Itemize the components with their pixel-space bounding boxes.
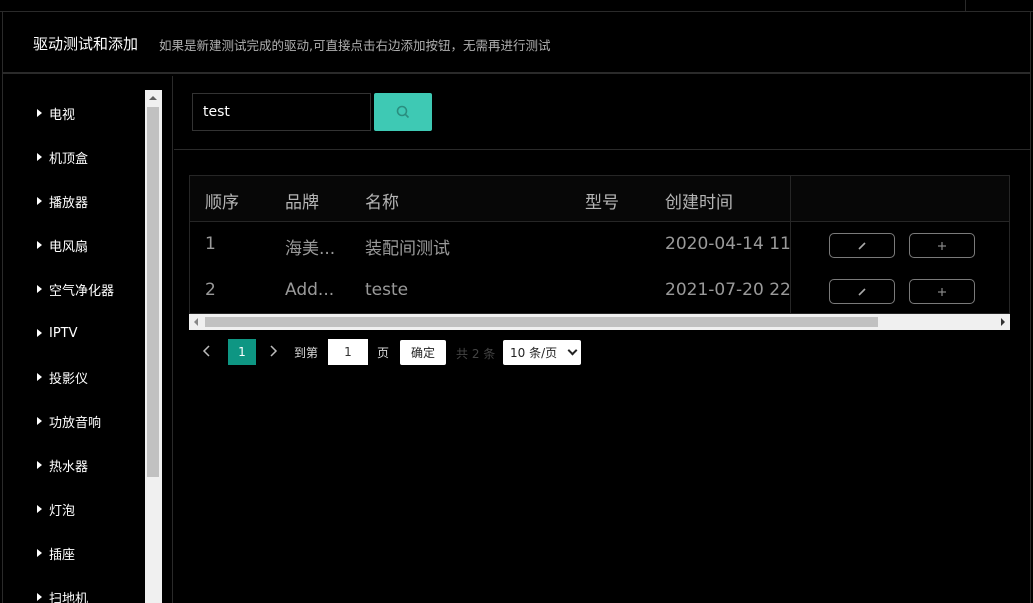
scrollbar-thumb[interactable] [205,317,878,327]
sidebar-item-label: 投影仪 [49,371,89,387]
page-subtitle: 如果是新建测试完成的驱动,可直接点击右边添加按钮，无需再进行测试 [159,38,551,53]
cell-created: 2020-04-14 11:0 [665,234,808,254]
caret-right-icon [37,373,42,381]
cell-name: 装配间测试 [365,239,450,259]
sidebar-item-player[interactable]: 播放器 [37,191,88,211]
cell-name: teste [365,280,409,300]
sidebar-item-label: 空气净化器 [49,283,115,299]
sidebar-item-water-heater[interactable]: 热水器 [37,455,88,475]
cell-order: 1 [205,234,216,254]
page-size-select[interactable]: 10 条/页 [503,340,581,365]
scroll-right-arrow-icon[interactable] [1001,318,1005,326]
sidebar-item-air-purifier[interactable]: 空气净化器 [37,279,114,299]
sidebar-item-light-bulb[interactable]: 灯泡 [37,499,75,519]
chevron-right-icon[interactable] [269,344,278,362]
caret-right-icon [37,153,42,161]
page-header: 驱动测试和添加 如果是新建测试完成的驱动,可直接点击右边添加按钮，无需再进行测试 [2,12,1031,74]
confirm-button[interactable]: 确定 [400,340,446,365]
column-header-created[interactable]: 创建时间 [665,188,733,213]
edit-button[interactable] [829,279,895,304]
caret-right-icon [37,505,42,513]
chevron-left-icon[interactable] [202,344,211,362]
chevron-down-icon [567,345,578,356]
caret-right-icon [37,329,42,337]
column-header-model[interactable]: 型号 [585,188,619,213]
category-sidebar: 电视 机顶盒 播放器 电风扇 空气净化器 IPTV 投影仪 功放音响 热水器 灯… [3,76,173,603]
sidebar-item-socket[interactable]: 插座 [37,543,75,563]
sidebar-item-label: 功放音响 [49,415,102,431]
caret-right-icon [37,285,42,293]
add-button[interactable] [909,233,975,258]
sidebar-item-label: 热水器 [49,459,89,475]
sidebar-item-label: IPTV [49,325,78,341]
sidebar-item-label: 机顶盒 [49,151,89,167]
sidebar-item-label: 扫地机 [49,591,89,603]
caret-right-icon [37,593,42,601]
table-horizontal-scrollbar[interactable] [189,314,1010,330]
sidebar-item-tv[interactable]: 电视 [37,103,75,123]
caret-right-icon [37,241,42,249]
cell-order: 2 [205,280,216,300]
sidebar-item-set-top-box[interactable]: 机顶盒 [37,147,88,167]
sidebar-item-projector[interactable]: 投影仪 [37,367,88,387]
driver-table: 顺序 品牌 名称 型号 创建时间 1 海美... 装配间测试 2020-04-1… [189,175,1010,314]
search-button[interactable] [374,93,432,131]
goto-page-input[interactable] [328,339,368,365]
caret-right-icon [37,197,42,205]
sidebar-item-label: 电风扇 [49,239,89,255]
top-strip [0,0,1033,12]
add-button[interactable] [909,279,975,304]
page-size-value: 10 条/页 [510,346,558,360]
column-header-brand[interactable]: 品牌 [285,188,319,213]
edit-button[interactable] [829,233,895,258]
pagination: 1 到第 页 确定 共 2 条 10 条/页 [190,338,690,366]
edit-icon [858,241,866,250]
caret-right-icon [37,417,42,425]
caret-right-icon [37,109,42,117]
page-number-current[interactable]: 1 [228,339,256,365]
sidebar-item-label: 灯泡 [49,503,76,519]
goto-label: 到第 [294,346,319,360]
edit-icon [858,287,866,296]
sidebar-item-audio[interactable]: 功放音响 [37,411,101,431]
column-header-order[interactable]: 顺序 [205,188,239,213]
sidebar-item-label: 播放器 [49,195,89,211]
add-icon [938,287,946,296]
sidebar-scrollbar[interactable] [145,90,162,603]
section-divider [174,149,1031,150]
scrollbar-thumb[interactable] [147,107,159,477]
search-input[interactable] [192,93,371,131]
sidebar-item-label: 插座 [49,547,76,563]
sidebar-item-fan[interactable]: 电风扇 [37,235,88,255]
sidebar-item-iptv[interactable]: IPTV [37,323,78,343]
page-word-label: 页 [377,346,390,360]
actions-column [790,176,1009,313]
sidebar-item-label: 电视 [49,107,76,123]
add-icon [938,241,946,250]
sidebar-item-robot-vacuum[interactable]: 扫地机 [37,587,88,603]
top-divider [965,0,966,12]
total-count: 共 2 条 [456,347,496,361]
actions-column-header [791,176,1009,222]
scroll-up-arrow-icon[interactable] [149,96,157,100]
column-header-name[interactable]: 名称 [365,188,399,213]
caret-right-icon [37,549,42,557]
cell-created: 2021-07-20 22: [665,280,797,300]
caret-right-icon [37,461,42,469]
cell-brand: 海美... [285,239,336,259]
cell-brand: Add... [285,280,335,300]
scroll-left-arrow-icon[interactable] [194,318,198,326]
page-title: 驱动测试和添加 [33,35,139,53]
search-icon [396,105,410,119]
